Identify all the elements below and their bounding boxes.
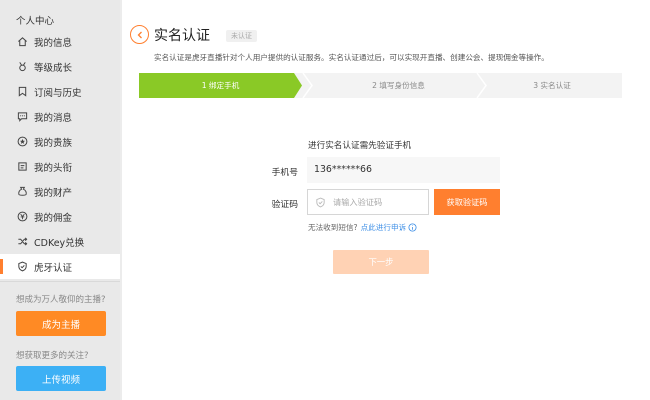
- appeal-link[interactable]: 点此进行申诉: [361, 222, 407, 233]
- sidebar-item-nobility[interactable]: 我的贵族: [0, 129, 120, 154]
- sidebar-item-label: 等级成长: [34, 62, 73, 74]
- phone-label: 手机号: [271, 168, 298, 178]
- step-fill-id-info: 2 填写身份信息: [372, 81, 425, 90]
- verification-code-input[interactable]: 请输入验证码: [307, 189, 429, 215]
- home-icon: [17, 36, 28, 47]
- sidebar-item-messages[interactable]: 我的消息: [0, 104, 120, 129]
- info-icon: [408, 223, 417, 232]
- code-label: 验证码: [271, 200, 298, 210]
- sidebar-item-label: 我的消息: [34, 112, 73, 124]
- sidebar-item-label: 我的贵族: [34, 137, 73, 149]
- sidebar-menu: 我的信息 等级成长 订阅与历史 我的消息 我的贵族 我的头衔 我的财产 我的佣金…: [0, 29, 120, 279]
- main-panel: 实名认证 未认证 实名认证是虎牙直播针对个人用户提供的认证服务。实名认证通过后，…: [122, 0, 650, 400]
- phone-field: 136******66: [307, 157, 500, 183]
- sidebar-item-label: 订阅与历史: [34, 87, 82, 99]
- wallet-icon: [17, 186, 28, 197]
- star-icon: [17, 136, 28, 147]
- back-button[interactable]: [130, 25, 149, 44]
- bookmark-icon: [17, 86, 28, 97]
- become-streamer-prompt: 想成为万人敬仰的主播?: [16, 295, 106, 305]
- sidebar-divider: [0, 281, 120, 282]
- help-text: 无法收到短信?: [308, 223, 358, 232]
- sidebar-item-level[interactable]: 等级成长: [0, 54, 120, 79]
- sidebar-item-label: 我的财产: [34, 187, 73, 199]
- sidebar-item-huya-verify[interactable]: 虎牙认证: [0, 254, 120, 279]
- sidebar-item-label: 我的信息: [34, 37, 73, 49]
- step-real-name-verify: 3 实名认证: [533, 81, 571, 90]
- page-title: 实名认证: [154, 28, 210, 44]
- sidebar: 个人中心 我的信息 等级成长 订阅与历史 我的消息 我的贵族 我的头衔 我的财产: [0, 0, 120, 400]
- sidebar-item-titles[interactable]: 我的头衔: [0, 154, 120, 179]
- sidebar-item-my-info[interactable]: 我的信息: [0, 29, 120, 54]
- shield-icon: [17, 261, 28, 272]
- sidebar-item-subscriptions[interactable]: 订阅与历史: [0, 79, 120, 104]
- sidebar-item-label: 我的头衔: [34, 162, 73, 174]
- message-icon: [17, 111, 28, 122]
- upload-video-prompt: 想获取更多的关注?: [16, 351, 89, 361]
- commission-icon: [17, 211, 28, 222]
- next-step-button[interactable]: 下一步: [333, 250, 429, 274]
- upload-video-button[interactable]: 上传视频: [16, 366, 106, 391]
- step-progress-bar: 1 绑定手机 2 填写身份信息 3 实名认证: [139, 73, 622, 98]
- sidebar-item-commission[interactable]: 我的佣金: [0, 204, 120, 229]
- become-streamer-button[interactable]: 成为主播: [16, 311, 106, 336]
- intro-text: 实名认证是虎牙直播针对个人用户提供的认证服务。实名认证通过后，可以实现开直播、创…: [154, 53, 549, 62]
- medal-icon: [17, 61, 28, 72]
- sidebar-item-label: 我的佣金: [34, 212, 73, 224]
- help-line: 无法收到短信? 点此进行申诉: [308, 222, 417, 233]
- sidebar-item-assets[interactable]: 我的财产: [0, 179, 120, 204]
- chevron-left-icon: [137, 31, 142, 38]
- step-bind-phone: 1 绑定手机: [139, 73, 302, 98]
- title-icon: [17, 161, 28, 172]
- get-code-button[interactable]: 获取验证码: [434, 189, 500, 215]
- form-title: 进行实名认证需先验证手机: [308, 141, 412, 151]
- sidebar-item-label: 虎牙认证: [34, 262, 73, 274]
- sidebar-item-cdkey[interactable]: CDKey兑换: [0, 229, 120, 254]
- shield-check-icon: [315, 197, 326, 208]
- code-placeholder: 请输入验证码: [333, 197, 383, 207]
- status-badge: 未认证: [226, 30, 257, 42]
- sidebar-item-label: CDKey兑换: [34, 237, 85, 249]
- shuffle-icon: [17, 236, 28, 247]
- sidebar-title: 个人中心: [16, 16, 55, 27]
- step-separator-icon: [302, 73, 313, 98]
